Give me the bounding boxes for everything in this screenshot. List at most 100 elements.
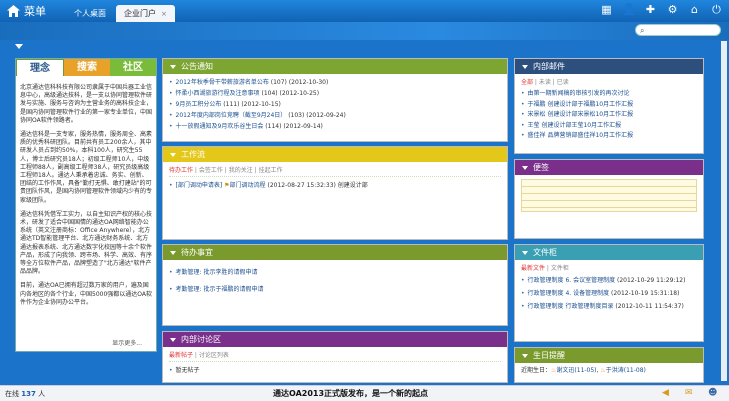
portlet-header[interactable]: 公告通知: [163, 59, 507, 74]
item-link[interactable]: 考勤管理: 批示于福鹏的请假申请: [176, 281, 264, 298]
paragraph: 通达信科凭借军工实力，以自主知识产权的核心技术，研发了适合中国国情的通达OA网络…: [20, 210, 153, 276]
tab-personal-desktop[interactable]: 个人桌面: [66, 5, 114, 22]
item-link[interactable]: 由第一期新闻稿的审核引发的再次讨论: [528, 89, 630, 100]
list-item[interactable]: • 9月员工积分公布 (111) (2012-10-15): [169, 99, 501, 110]
show-more-link[interactable]: 显示更多...: [112, 338, 142, 347]
item-link[interactable]: 2012年度内部岗位竞聘（截至9月24日）: [176, 110, 287, 121]
tab-file-cabinet[interactable]: 文件柜: [551, 265, 569, 272]
tab-forum-list[interactable]: 讨论区列表: [199, 352, 229, 359]
item-link[interactable]: 9月员工积分公布: [176, 99, 222, 110]
tab-pending-work[interactable]: 待办工作: [169, 167, 193, 174]
portlet-title: 文件柜: [533, 248, 557, 257]
online-status[interactable]: 在线 137 人: [5, 388, 45, 400]
portlet-header[interactable]: 待办事宜: [163, 245, 507, 260]
search-input[interactable]: ⌕: [635, 24, 721, 36]
tab-enterprise-portal[interactable]: 企业门户 ×: [116, 5, 175, 22]
power-icon[interactable]: ⏻: [710, 3, 723, 16]
scrollbar[interactable]: [721, 41, 727, 381]
item-link[interactable]: 行政管理制度 行政管理制度目录: [528, 303, 614, 310]
item-link[interactable]: 2012年秋季骨干带薪旅游名单公布: [176, 77, 269, 88]
list-item[interactable]: • 盛佳祥 品牌营销部盛佳祥10月工作汇报: [521, 131, 697, 142]
close-icon[interactable]: ×: [161, 10, 167, 18]
collapse-icon[interactable]: [170, 250, 176, 255]
list-item[interactable]: • 宋景松 创建设计部宋景松10月工作汇报: [521, 110, 697, 121]
item-meta: (2012-08-27 15:32:33) 创建设计部: [267, 182, 368, 189]
list-item[interactable]: • 怀柔小西湖旅游行程及注意事项 (104) (2012-10-25): [169, 88, 501, 99]
portlet-header[interactable]: 工作流: [163, 147, 507, 162]
portlet-header[interactable]: 文件柜: [515, 245, 703, 260]
collapse-triangle-icon[interactable]: [15, 44, 23, 49]
gear-icon[interactable]: ⚙: [666, 3, 679, 16]
person-link[interactable]: 谢文迅(11-05): [556, 367, 596, 374]
mail-icon[interactable]: ✉: [685, 388, 696, 399]
portlet-title: 工作流: [181, 150, 205, 159]
home-icon[interactable]: ⌂: [688, 3, 701, 16]
list-item[interactable]: • [部门调动申请表] ⚑ 部门调动流程 (2012-08-27 15:32:33)…: [169, 180, 501, 191]
bullet-icon: •: [169, 286, 173, 293]
item-link[interactable]: 宋景松 创建设计部宋景松10月工作汇报: [528, 110, 634, 121]
item-link[interactable]: [部门调动申请表]: [176, 180, 223, 191]
collapse-icon[interactable]: [170, 152, 176, 157]
item-link[interactable]: 考勤管理: 批示李胜的请假申请: [176, 264, 258, 281]
portlet-header[interactable]: 内部邮件: [515, 59, 703, 74]
tab-latest-files[interactable]: 最新文件: [521, 265, 545, 272]
tab-my-follow[interactable]: 我的关注: [229, 167, 253, 174]
list-item[interactable]: • 行政管理制度 4. 设备管理制度 (2012-10-19 15:31:18): [521, 289, 697, 298]
item-link[interactable]: 王莹 创建设计部王莹10月工作汇报: [528, 121, 622, 132]
portlet-header[interactable]: 内部讨论区: [163, 332, 507, 347]
item-link[interactable]: 行政管理制度 4. 设备管理制度: [528, 290, 610, 297]
portlet-todo: 待办事宜 • 考勤管理: 批示李胜的请假申请 • 考勤管理: 批示于福鹏的请假申请: [162, 244, 508, 326]
users-icon[interactable]: ☻: [708, 388, 719, 399]
portlet-header[interactable]: 便签: [515, 160, 703, 175]
list-item[interactable]: • 考勤管理: 批示于福鹏的请假申请: [169, 281, 501, 298]
announcement-marquee[interactable]: 通达OA2013正式版发布，是一个新的起点: [273, 387, 428, 401]
list-item: • 暂无帖子: [169, 365, 501, 376]
grid-icon[interactable]: ▦: [600, 3, 613, 16]
tab-search[interactable]: 搜索: [64, 59, 110, 76]
flow-name[interactable]: 部门调动流程: [230, 180, 266, 191]
menu-button[interactable]: 菜单: [7, 3, 46, 19]
tab-community[interactable]: 社区: [110, 59, 156, 76]
speaker-icon[interactable]: ◀: [662, 388, 673, 399]
tab-concept[interactable]: 理念: [16, 59, 64, 76]
item-link[interactable]: 于福鹏 创建设计部于福鹏10月工作汇报: [528, 100, 634, 111]
list-item[interactable]: • 行政管理制度 行政管理制度目录 (2012-10-11 11:54:37): [521, 302, 697, 311]
tab-latest-posts[interactable]: 最新帖子: [169, 352, 193, 359]
sub-bar: [0, 22, 729, 40]
item-link[interactable]: 行政管理制度 6. 会议室管理制度: [528, 277, 616, 284]
tab-read[interactable]: 已读: [557, 79, 569, 86]
list-item[interactable]: • 由第一期新闻稿的审核引发的再次讨论: [521, 89, 697, 100]
tab-suspended-work[interactable]: 挂起工作: [259, 167, 283, 174]
list-item[interactable]: • 行政管理制度 6. 会议室管理制度 (2012-10-29 11:29:12): [521, 276, 697, 285]
collapse-icon[interactable]: [522, 165, 528, 170]
bullet-icon: •: [521, 290, 525, 297]
portlet-header[interactable]: 生日提醒: [515, 348, 703, 363]
list-item[interactable]: • 考勤管理: 批示李胜的请假申请: [169, 264, 501, 281]
list-item[interactable]: • 2012年秋季骨干带薪旅游名单公布 (107) (2012-10-30): [169, 77, 501, 88]
list-item[interactable]: • 于福鹏 创建设计部于福鹏10月工作汇报: [521, 100, 697, 111]
tab-unread[interactable]: 未读: [539, 79, 551, 86]
item-meta: (2012-10-11 11:54:37): [615, 303, 684, 310]
user-icon[interactable]: 👤: [622, 3, 636, 16]
collapse-icon[interactable]: [522, 250, 528, 255]
collapse-icon[interactable]: [170, 64, 176, 69]
list-item[interactable]: • 王莹 创建设计部王莹10月工作汇报: [521, 121, 697, 132]
item-link[interactable]: 十一放假通知及9月欢乐谷生日会: [176, 121, 264, 132]
item-link[interactable]: 怀柔小西湖旅游行程及注意事项: [176, 88, 260, 99]
collapse-icon[interactable]: [522, 64, 528, 69]
collapse-icon[interactable]: [170, 337, 176, 342]
person-link[interactable]: 于洪涛(11-08): [606, 367, 646, 374]
puzzle-icon[interactable]: ✚: [644, 3, 657, 16]
collapse-icon[interactable]: [522, 353, 528, 358]
item-link[interactable]: 盛佳祥 品牌营销部盛佳祥10月工作汇报: [528, 131, 634, 142]
list-item[interactable]: • 十一放假通知及9月欢乐谷生日会 (114) (2012-09-14): [169, 121, 501, 132]
paragraph: 目前，通达OA已拥有超过数万家的用户，遍及国内各地区的各个行业，中国5000强都…: [20, 282, 152, 306]
tab-all[interactable]: 全部: [521, 79, 533, 86]
tab-countersign-work[interactable]: 会签工作: [199, 167, 223, 174]
top-bar: 菜单 个人桌面 企业门户 × ▦ 👤 ✚ ⚙ ⌂ ⏻: [0, 0, 729, 22]
portlet-notice: 公告通知 • 2012年秋季骨干带薪旅游名单公布 (107) (2012-10-3…: [162, 58, 508, 142]
note-textarea[interactable]: [521, 179, 697, 212]
bullet-icon: •: [521, 90, 525, 97]
paragraph: 通达信科是一支专家，服务热情，服务周全、高素质的优秀科研团队。目前共有员工200…: [20, 131, 153, 204]
list-item[interactable]: • 2012年度内部岗位竞聘（截至9月24日） (103) (2012-09-24…: [169, 110, 501, 121]
